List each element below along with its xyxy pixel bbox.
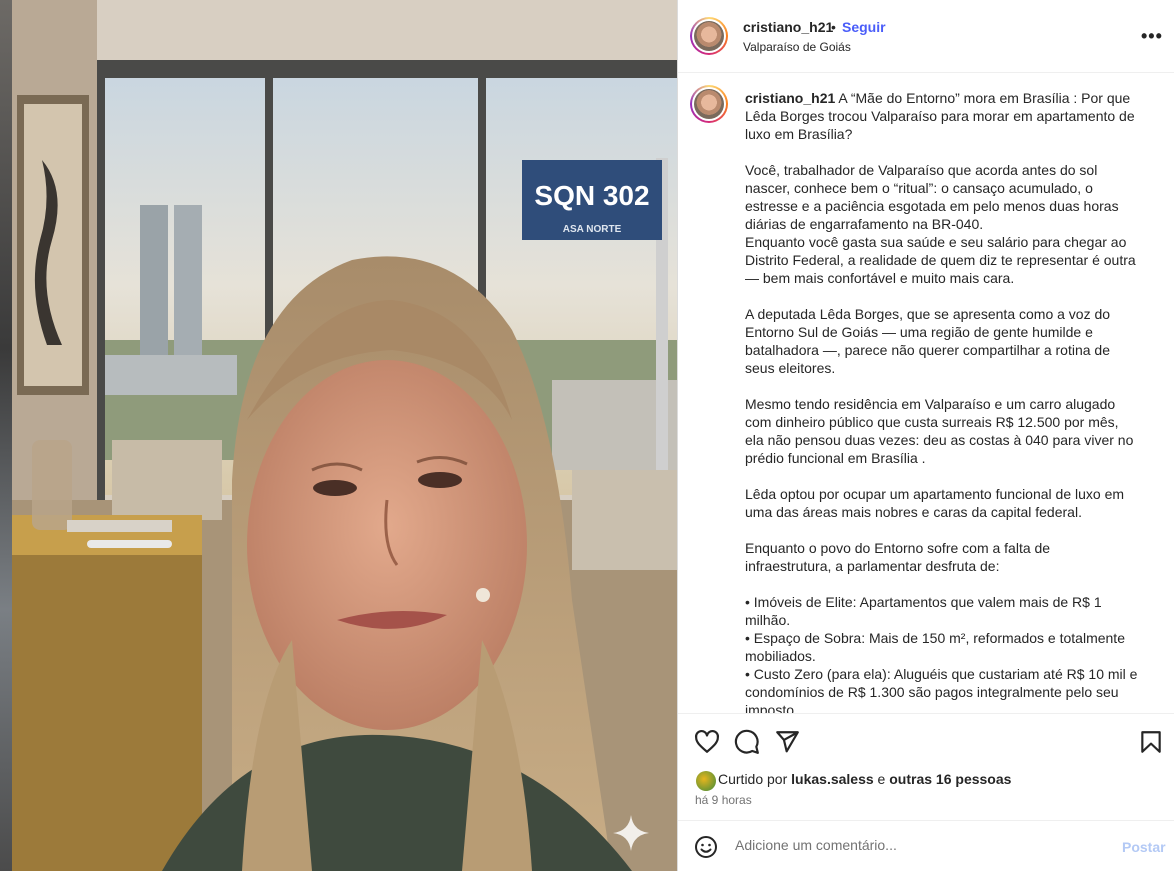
likes-summary: Curtido por lukas.saless e outras 16 pes…	[718, 771, 1011, 787]
save-bookmark-icon[interactable]	[1138, 729, 1164, 755]
sparkle-icon	[613, 815, 649, 851]
caption-author-avatar[interactable]	[690, 85, 728, 123]
follow-button[interactable]: Seguir	[842, 19, 886, 35]
post-caption: cristiano_h21 A “Mãe do Entorno” mora em…	[745, 89, 1138, 713]
liker-avatar[interactable]	[696, 771, 716, 791]
background-strip	[0, 0, 12, 871]
action-bar: Curtido por lukas.saless e outras 16 pes…	[678, 713, 1174, 821]
author-username[interactable]: cristiano_h21	[743, 19, 833, 35]
caption-text: A “Mãe do Entorno” mora em Brasília : Po…	[745, 90, 1138, 713]
liked-by-prefix: Curtido por	[718, 771, 792, 787]
liked-by-user-link[interactable]: lukas.saless	[791, 771, 874, 787]
post-header: cristiano_h21 • Seguir Valparaíso de Goi…	[678, 0, 1174, 73]
post-comment-button[interactable]: Postar	[1122, 839, 1166, 855]
author-avatar[interactable]	[690, 17, 728, 55]
street-sign-text: SQN 302	[534, 180, 649, 211]
post-media[interactable]: SQN 302 ASA NORTE	[12, 0, 677, 871]
caption-username[interactable]: cristiano_h21	[745, 90, 835, 106]
post-panel: cristiano_h21 • Seguir Valparaíso de Goi…	[677, 0, 1174, 871]
caption-scroll-area[interactable]: cristiano_h21 A “Mãe do Entorno” mora em…	[678, 73, 1174, 713]
share-send-icon[interactable]	[774, 729, 800, 755]
liked-by-others-link[interactable]: outras 16 pessoas	[889, 771, 1011, 787]
post-timestamp[interactable]: há 9 horas	[695, 793, 752, 807]
like-heart-icon[interactable]	[694, 729, 720, 755]
comment-input[interactable]	[735, 837, 1105, 853]
more-options-icon[interactable]: •••	[1141, 26, 1163, 47]
post-location[interactable]: Valparaíso de Goiás	[743, 40, 851, 54]
liked-by-conjunction: e	[873, 771, 890, 787]
emoji-icon[interactable]	[694, 835, 718, 859]
comment-bubble-icon[interactable]	[734, 729, 760, 755]
comment-bar: Postar	[678, 820, 1174, 872]
post-image: SQN 302 ASA NORTE	[12, 0, 677, 871]
separator-dot: •	[831, 19, 836, 35]
street-sign-subtext: ASA NORTE	[563, 224, 622, 235]
